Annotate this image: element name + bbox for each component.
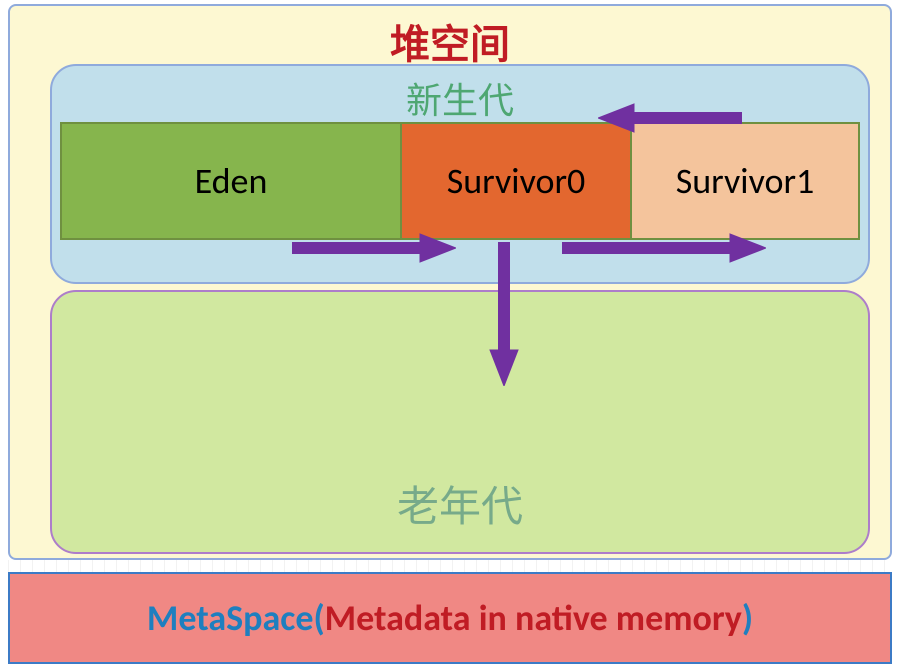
heap-title: 堆空间 [10, 12, 890, 70]
old-gen-box: 老年代 [50, 290, 870, 554]
young-regions-row: Eden Survivor0 Survivor1 [60, 122, 860, 240]
heap-space-box: 堆空间 新生代 Eden Survivor0 Survivor1 老年代 [8, 4, 892, 560]
arrow-young-to-old [486, 236, 522, 386]
metaspace-paren-close: ) [742, 596, 753, 640]
metaspace-paren-open: ( [313, 596, 324, 640]
grid-background-hint [8, 560, 892, 572]
eden-region: Eden [62, 124, 402, 238]
arrow-s1-to-s0 [598, 100, 748, 136]
survivor0-region: Survivor0 [402, 124, 632, 238]
diagram-canvas: 堆空间 新生代 Eden Survivor0 Survivor1 老年代 Met… [0, 0, 900, 672]
arrow-s0-to-s1 [556, 230, 766, 266]
metaspace-body: Metadata in native memory [325, 596, 742, 640]
old-gen-title: 老年代 [397, 473, 523, 534]
metaspace-box: MetaSpace ( Metadata in native memory ) [8, 572, 892, 664]
metaspace-prefix: MetaSpace [147, 596, 314, 640]
arrow-eden-to-s0 [286, 230, 456, 266]
survivor1-region: Survivor1 [632, 124, 858, 238]
